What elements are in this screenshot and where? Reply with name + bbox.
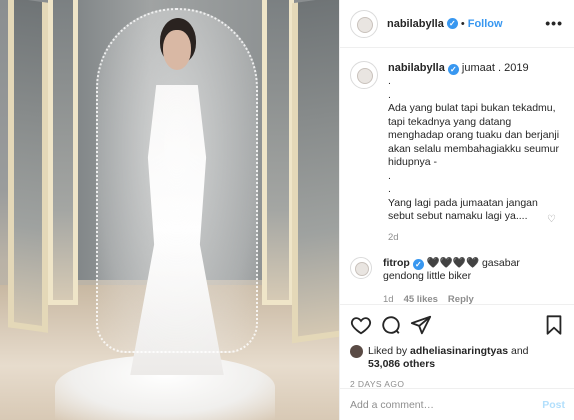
caption-avatar[interactable] bbox=[350, 61, 378, 89]
photo-mirror-right-outer bbox=[292, 0, 339, 344]
caption-body: nabilabylla ✓ jumaat . 2019 . . Ada yang … bbox=[388, 61, 563, 243]
photo-mirror-left-outer bbox=[8, 0, 48, 333]
follow-button[interactable]: Follow bbox=[468, 18, 503, 30]
verified-badge-icon: ✓ bbox=[446, 18, 458, 29]
photo-mirror-right-inner bbox=[262, 0, 294, 305]
liker-avatar[interactable] bbox=[350, 345, 363, 358]
author-username[interactable]: nabilabylla bbox=[387, 18, 444, 30]
commenter-avatar[interactable] bbox=[350, 256, 372, 279]
caption-time[interactable]: 2d bbox=[388, 232, 563, 243]
comments-section[interactable]: nabilabylla ✓ jumaat . 2019 . . Ada yang … bbox=[340, 49, 574, 307]
post-side-panel: nabilabylla ✓ • Follow ••• nabilabylla ✓ … bbox=[339, 0, 574, 420]
action-icons bbox=[350, 314, 565, 336]
verified-badge-icon: ✓ bbox=[447, 64, 459, 75]
post-header: nabilabylla ✓ • Follow ••• bbox=[340, 0, 574, 48]
post-comment-button[interactable]: Post bbox=[542, 399, 565, 411]
likes-and: and bbox=[508, 345, 529, 357]
bookmark-icon[interactable] bbox=[543, 314, 565, 336]
comment-input[interactable] bbox=[350, 398, 543, 411]
comment-item: fitrop ✓ 🖤🖤🖤🖤 gasabar gendong little bike… bbox=[350, 256, 565, 307]
caption-username[interactable]: nabilabylla bbox=[388, 62, 445, 74]
comment-like-heart-icon[interactable]: ♡ bbox=[547, 214, 556, 225]
comment-icon[interactable] bbox=[380, 314, 402, 336]
liker-username[interactable]: adheliasinaringtyas bbox=[410, 345, 508, 357]
caption-head: nabilabylla ✓ jumaat . 2019 bbox=[388, 61, 563, 75]
post-actions: Liked by adheliasinaringtyas and 53,086 o… bbox=[340, 304, 574, 389]
caption: nabilabylla ✓ jumaat . 2019 . . Ada yang … bbox=[350, 61, 565, 243]
caption-text: . . Ada yang bulat tapi bukan tekadmu, t… bbox=[388, 75, 560, 222]
more-icon[interactable]: ••• bbox=[545, 15, 563, 31]
post-photo[interactable] bbox=[0, 0, 339, 420]
likes-summary: Liked by adheliasinaringtyas and 53,086 o… bbox=[350, 345, 565, 371]
verified-badge-icon: ✓ bbox=[412, 258, 424, 270]
photo-mirror-left-inner bbox=[48, 0, 78, 305]
author-avatar[interactable] bbox=[350, 9, 378, 38]
comment-body: fitrop ✓ 🖤🖤🖤🖤 gasabar gendong little bike… bbox=[383, 257, 543, 307]
heart-icon[interactable] bbox=[350, 314, 372, 336]
likes-count[interactable]: 53,086 others bbox=[368, 358, 435, 370]
comment-username[interactable]: fitrop bbox=[383, 257, 410, 269]
header-separator: • bbox=[460, 17, 465, 30]
photo-face bbox=[163, 30, 191, 70]
likes-prefix: Liked by bbox=[368, 345, 411, 357]
add-comment-bar: Post bbox=[340, 388, 574, 420]
share-icon[interactable] bbox=[410, 314, 432, 336]
likes-text: Liked by adheliasinaringtyas and 53,086 o… bbox=[368, 345, 529, 371]
caption-tag: jumaat . 2019 bbox=[461, 62, 529, 74]
